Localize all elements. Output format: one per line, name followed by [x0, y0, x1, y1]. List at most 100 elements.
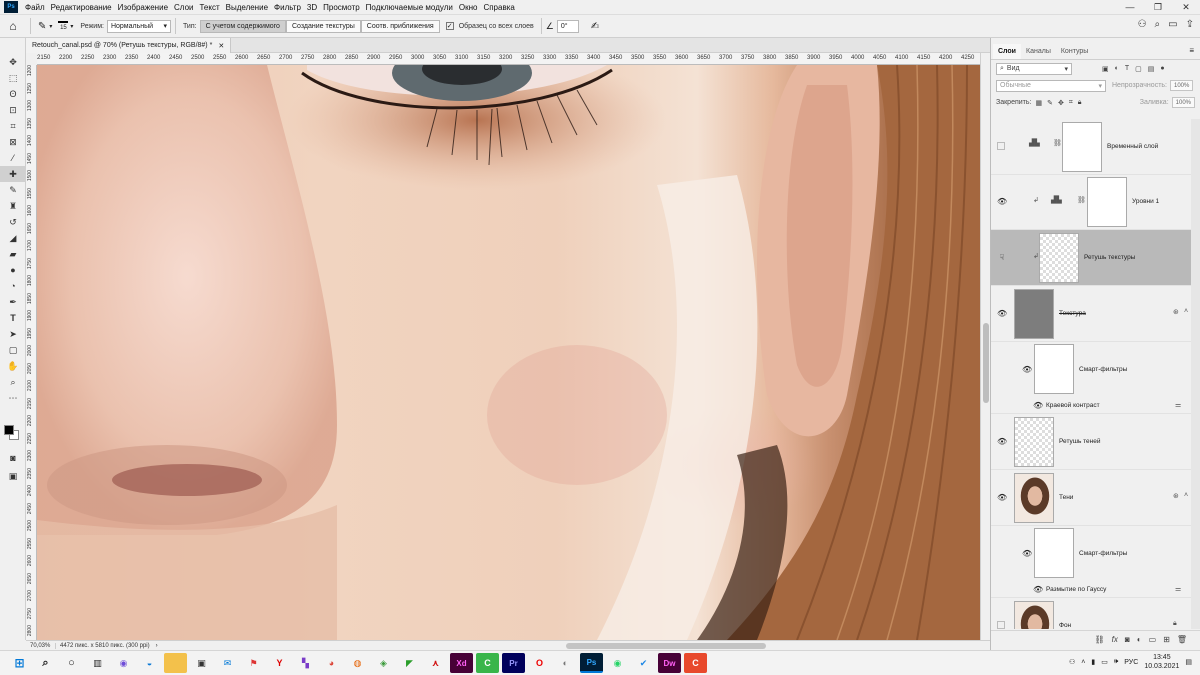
- clone-stamp-tool-icon[interactable]: ♜: [0, 198, 26, 214]
- dodge-tool-icon[interactable]: ◔: [0, 278, 26, 294]
- notifications-icon[interactable]: ▤: [1185, 658, 1192, 666]
- lock-move-icon[interactable]: ✥: [1058, 99, 1064, 107]
- smart-filters-row[interactable]: 👁︎ Смарт-фильтры: [991, 342, 1191, 398]
- brush-tool-icon[interactable]: ✎: [0, 182, 26, 198]
- healing-brush-preset-icon[interactable]: ✎: [38, 21, 46, 32]
- zoom-tool-icon[interactable]: ⌕: [0, 374, 26, 390]
- eye-icon[interactable]: 👁︎: [997, 197, 1007, 207]
- type-tool-icon[interactable]: T: [0, 310, 26, 326]
- app-icon[interactable]: ◤: [398, 653, 421, 673]
- layer-row-selected[interactable]: ☟ ↲ Ретушь текстуры: [991, 230, 1191, 286]
- close-icon[interactable]: ✕: [1172, 0, 1200, 14]
- brush-size-picker[interactable]: 15: [58, 21, 69, 31]
- add-mask-icon[interactable]: ◙: [1125, 635, 1130, 644]
- sample-all-layers-checkbox[interactable]: ✓: [445, 22, 454, 30]
- path-select-tool-icon[interactable]: ➤: [0, 326, 26, 342]
- share-upload-icon[interactable]: ⇪: [1186, 19, 1194, 30]
- blend-mode-select[interactable]: Обычные ▾: [996, 79, 1106, 92]
- filter-options-icon[interactable]: ⚌: [1175, 401, 1181, 409]
- chevron-up-icon[interactable]: ˄: [1184, 492, 1188, 499]
- lock-artboard-icon[interactable]: ⌗: [1069, 99, 1073, 107]
- type-create-texture[interactable]: Создание текстуры: [285, 19, 361, 33]
- layers-scrollbar[interactable]: [1191, 119, 1200, 629]
- eye-icon[interactable]: 👁︎: [997, 309, 1007, 319]
- close-tab-icon[interactable]: ✕: [218, 42, 224, 50]
- visibility-off-icon[interactable]: [997, 621, 1005, 629]
- menu-select[interactable]: Выделение: [223, 3, 271, 12]
- foreground-color-swatch[interactable]: [4, 425, 14, 435]
- lock-all-icon[interactable]: 🔒︎: [1078, 99, 1082, 107]
- screen-mode-icon[interactable]: ▣: [0, 468, 26, 484]
- app-icon[interactable]: ◉: [112, 653, 135, 673]
- fill-input[interactable]: 100%: [1171, 97, 1195, 108]
- opacity-input[interactable]: 100%: [1170, 80, 1194, 91]
- image-canvas[interactable]: [37, 65, 980, 640]
- healing-brush-tool-icon[interactable]: ✚: [0, 166, 26, 182]
- layer-thumbnail[interactable]: [1014, 601, 1054, 629]
- eyedropper-tool-icon[interactable]: ⁄: [0, 150, 26, 166]
- menu-help[interactable]: Справка: [480, 3, 517, 12]
- tab-paths[interactable]: Контуры: [1056, 44, 1093, 59]
- layer-mask-thumbnail[interactable]: [1087, 177, 1127, 227]
- user-icon[interactable]: ⚇: [1069, 658, 1075, 666]
- app-icon[interactable]: ◐: [554, 653, 577, 673]
- mode-select[interactable]: Нормальный ▾: [106, 19, 171, 33]
- file-explorer-icon[interactable]: [164, 653, 187, 673]
- eraser-tool-icon[interactable]: ◢: [0, 230, 26, 246]
- layer-thumbnail[interactable]: [1014, 417, 1054, 467]
- battery-icon[interactable]: ▮: [1091, 658, 1095, 666]
- layer-thumbnail[interactable]: [1039, 233, 1079, 283]
- app-icon[interactable]: ◈: [372, 653, 395, 673]
- app-icon[interactable]: ▚: [294, 653, 317, 673]
- menu-3d[interactable]: 3D: [304, 3, 320, 12]
- horizontal-scrollbar-thumb[interactable]: [566, 643, 766, 649]
- smart-filter-row[interactable]: 👁︎ Краевой контраст ⚌: [991, 398, 1191, 414]
- eye-icon[interactable]: 👁︎: [1022, 365, 1032, 375]
- app-icon[interactable]: C: [684, 653, 707, 673]
- share-icon[interactable]: ⚇: [1138, 19, 1147, 30]
- chrome-icon[interactable]: ◕: [320, 653, 343, 673]
- new-group-icon[interactable]: ▭: [1149, 635, 1157, 644]
- zoom-level[interactable]: 70,03%: [26, 642, 56, 649]
- scrollbar-thumb[interactable]: [983, 323, 989, 403]
- pressure-size-icon[interactable]: ✍: [591, 21, 599, 32]
- restore-icon[interactable]: ❐: [1144, 0, 1172, 14]
- adjustment-layer-icon[interactable]: ◐: [1137, 635, 1142, 644]
- chevron-down-icon[interactable]: ▾: [70, 23, 73, 30]
- menu-edit[interactable]: Редактирование: [48, 3, 115, 12]
- menu-plugins[interactable]: Подключаемые модули: [363, 3, 456, 12]
- dreamweaver-icon[interactable]: Dw: [658, 653, 681, 673]
- smart-filters-row[interactable]: 👁︎ Смарт-фильтры: [991, 526, 1191, 582]
- panel-menu-icon[interactable]: ≡: [1189, 46, 1194, 55]
- whatsapp-icon[interactable]: ◉: [606, 653, 629, 673]
- chevron-right-icon[interactable]: ›: [156, 643, 158, 649]
- menu-text[interactable]: Текст: [196, 3, 222, 12]
- chevron-down-icon[interactable]: ▾: [49, 23, 52, 30]
- delete-layer-icon[interactable]: 🗑︎: [1177, 635, 1187, 644]
- minimize-icon[interactable]: —: [1116, 0, 1144, 14]
- filter-mask-thumbnail[interactable]: [1034, 528, 1074, 578]
- frame-tool-icon[interactable]: ⊠: [0, 134, 26, 150]
- gradient-tool-icon[interactable]: ▰: [0, 246, 26, 262]
- menu-image[interactable]: Изображение: [115, 3, 171, 12]
- chevron-up-icon[interactable]: ˄: [1184, 308, 1188, 315]
- network-icon[interactable]: ▭: [1101, 658, 1108, 666]
- menu-file[interactable]: Файл: [22, 3, 48, 12]
- acrobat-icon[interactable]: ⋏: [424, 653, 447, 673]
- menu-filter[interactable]: Фильтр: [271, 3, 304, 12]
- pen-tool-icon[interactable]: ✒: [0, 294, 26, 310]
- layer-thumbnail[interactable]: [1014, 473, 1054, 523]
- filter-type-icon[interactable]: T: [1125, 65, 1129, 72]
- more-tools-icon[interactable]: ⋯: [0, 390, 26, 406]
- filter-smart-icon[interactable]: ▤: [1148, 65, 1155, 73]
- premiere-icon[interactable]: Pr: [502, 653, 525, 673]
- search-icon[interactable]: ⌕: [1155, 19, 1161, 30]
- layer-mask-thumbnail[interactable]: [1062, 122, 1102, 172]
- layer-style-icon[interactable]: fx: [1112, 635, 1118, 644]
- marquee-tool-icon[interactable]: ⬚: [0, 70, 26, 86]
- eye-icon[interactable]: 👁︎: [1022, 549, 1032, 559]
- opera-icon[interactable]: O: [528, 653, 551, 673]
- visibility-off-icon[interactable]: [997, 142, 1005, 150]
- chevron-up-icon[interactable]: ˄: [1081, 659, 1085, 666]
- layer-thumbnail[interactable]: [1014, 289, 1054, 339]
